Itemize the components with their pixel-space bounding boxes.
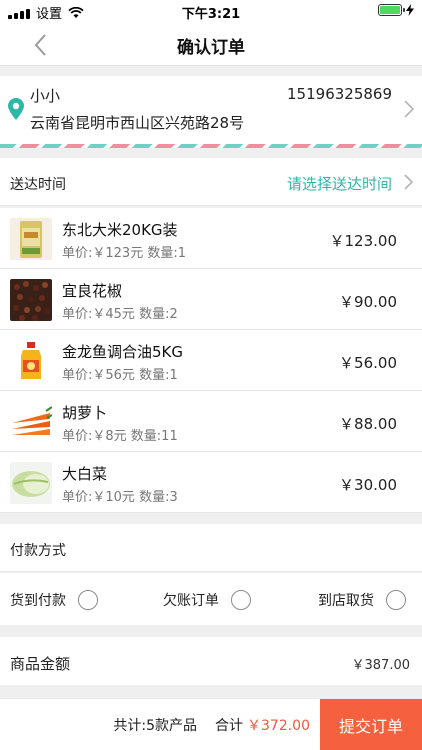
- status-bar: 设置 下午3:21: [0, 0, 422, 22]
- product-name: 大白菜: [62, 465, 108, 483]
- product-row: 金龙鱼调合油5KG 单价:￥56元 数量:1 ￥56.00: [0, 330, 422, 391]
- radio-button[interactable]: [231, 590, 251, 610]
- product-image-cabbage: [10, 462, 52, 504]
- product-image-pepper: [10, 279, 52, 321]
- payment-option-credit[interactable]: 欠账订单: [163, 590, 251, 610]
- chevron-right-icon: [404, 174, 414, 190]
- address-stripe: [0, 144, 422, 148]
- product-meta: 单价:￥45元 数量:2: [62, 307, 178, 322]
- product-list: 东北大米20KG装 单价:￥123元 数量:1 ￥123.00 宜良花椒 单价:…: [0, 208, 422, 513]
- payment-option-label: 到店取货: [318, 593, 374, 609]
- order-summary: 共计:5款产品 合计 ￥372.00: [113, 715, 310, 735]
- address-card[interactable]: 小小 15196325869 云南省昆明市西山区兴苑路28号: [0, 76, 422, 148]
- total-label: 合计: [215, 718, 243, 734]
- address-detail: 云南省昆明市西山区兴苑路28号: [30, 114, 245, 132]
- status-time: 下午3:21: [181, 7, 241, 22]
- delivery-time-picker[interactable]: 请选择送达时间: [287, 173, 392, 194]
- product-total: ￥30.00: [339, 476, 397, 494]
- total-value: ￥372.00: [247, 718, 310, 734]
- delivery-label: 送达时间: [10, 177, 66, 193]
- location-pin-icon: [8, 98, 24, 120]
- product-total: ￥90.00: [339, 293, 397, 311]
- product-name: 金龙鱼调合油5KG: [62, 343, 184, 361]
- nav-bar: 确认订单: [0, 22, 422, 66]
- chevron-right-icon: [404, 100, 414, 118]
- radio-button[interactable]: [386, 590, 406, 610]
- payment-option-label: 欠账订单: [163, 593, 219, 609]
- page-title: 确认订单: [177, 38, 245, 58]
- payment-title: 付款方式: [10, 543, 66, 559]
- recipient-name: 小小: [30, 87, 61, 105]
- product-total: ￥123.00: [329, 232, 398, 250]
- product-meta: 单价:￥8元 数量:11: [62, 429, 178, 444]
- product-row: 东北大米20KG装 单价:￥123元 数量:1 ￥123.00: [0, 208, 422, 269]
- charging-icon: [406, 4, 414, 16]
- product-total: ￥88.00: [339, 415, 397, 433]
- product-name: 胡萝卜: [62, 404, 108, 422]
- product-image-rice: [10, 218, 52, 260]
- product-meta: 单价:￥123元 数量:1: [62, 246, 186, 261]
- submit-order-button[interactable]: 提交订单: [320, 699, 422, 750]
- amount-label: 商品金额: [10, 655, 71, 673]
- product-name: 东北大米20KG装: [62, 221, 178, 239]
- product-image-oil: [10, 340, 52, 382]
- radio-button[interactable]: [78, 590, 98, 610]
- recipient-phone: 15196325869: [287, 85, 392, 103]
- checkout-bar: 共计:5款产品 合计 ￥372.00 提交订单: [0, 698, 422, 750]
- product-row: 大白菜 单价:￥10元 数量:3 ￥30.00: [0, 452, 422, 513]
- product-image-carrot: [10, 401, 52, 443]
- status-right: [378, 4, 414, 16]
- amount-row: 商品金额 ￥387.00: [0, 637, 422, 685]
- payment-section-header: 付款方式: [0, 524, 422, 572]
- product-row: 胡萝卜 单价:￥8元 数量:11 ￥88.00: [0, 391, 422, 452]
- product-meta: 单价:￥10元 数量:3: [62, 490, 178, 505]
- payment-option-cod[interactable]: 货到付款: [10, 590, 98, 610]
- payment-option-label: 货到付款: [10, 593, 66, 609]
- product-total: ￥56.00: [339, 354, 397, 372]
- amount-value: ￥387.00: [351, 658, 411, 673]
- product-name: 宜良花椒: [62, 282, 123, 300]
- total-group: 合计 ￥372.00: [215, 715, 310, 735]
- product-row: 宜良花椒 单价:￥45元 数量:2 ￥90.00: [0, 269, 422, 330]
- product-count: 共计:5款产品: [113, 718, 197, 734]
- product-meta: 单价:￥56元 数量:1: [62, 368, 178, 383]
- battery-icon: [378, 4, 405, 16]
- payment-option-pickup[interactable]: 到店取货: [318, 590, 406, 610]
- delivery-time-row[interactable]: 送达时间 请选择送达时间: [0, 158, 422, 206]
- payment-options: 货到付款 欠账订单 到店取货: [0, 573, 422, 625]
